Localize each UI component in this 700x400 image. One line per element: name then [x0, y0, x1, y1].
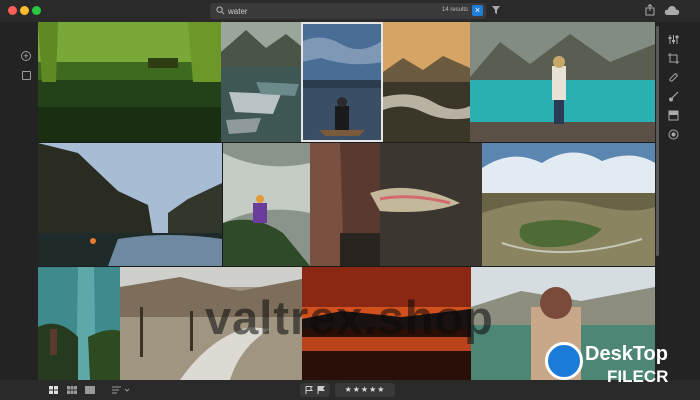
sort-icon[interactable] [112, 386, 132, 394]
photo-image [310, 143, 482, 266]
flag-buttons [300, 383, 330, 397]
photo-aerial-valley-clouds[interactable] [482, 143, 655, 266]
radial-gradient-icon[interactable] [668, 129, 679, 140]
photo-image [38, 267, 120, 380]
photo-kayaker-blue-sky[interactable] [301, 22, 383, 142]
title-bar: 14 results × [0, 0, 700, 22]
scroll-thumb[interactable] [656, 26, 659, 256]
flag-pick-icon[interactable] [305, 386, 313, 394]
photo-image [301, 22, 383, 142]
result-count: 14 results [442, 7, 469, 13]
photo-sunset-river-bend[interactable] [383, 22, 470, 142]
photo-image [38, 143, 222, 266]
photo-woman-glacial-lake[interactable] [470, 22, 655, 142]
right-rail [660, 22, 700, 380]
photo-image [223, 143, 310, 266]
flag-reject-icon[interactable] [317, 386, 325, 394]
library-icon[interactable] [22, 71, 31, 80]
search-bar[interactable]: 14 results × [210, 3, 486, 19]
filter-icon[interactable] [491, 5, 501, 15]
healing-brush-icon[interactable] [668, 72, 679, 83]
badge-subtitle: FILECR [607, 367, 669, 386]
photo-waterfall-tropical[interactable] [38, 267, 120, 380]
photo-image [221, 22, 301, 142]
photo-image [38, 22, 221, 142]
brush-icon[interactable] [668, 91, 679, 102]
clear-search-button[interactable]: × [472, 5, 483, 16]
photo-grid-view-icon[interactable] [67, 386, 77, 394]
close-window-button[interactable] [8, 6, 17, 15]
left-rail: + [0, 22, 38, 380]
add-photos-icon[interactable]: + [21, 51, 31, 61]
minimize-window-button[interactable] [20, 6, 29, 15]
photo-fisherman-trout[interactable] [310, 143, 482, 266]
photo-canoes-mountain-lake[interactable] [221, 22, 301, 142]
zoom-window-button[interactable] [32, 6, 41, 15]
badge-title: DeskTop [585, 343, 668, 365]
photo-willow-lake[interactable] [38, 22, 221, 142]
detail-view-icon[interactable] [85, 386, 95, 394]
search-input[interactable] [228, 4, 428, 18]
photo-image [482, 143, 655, 266]
photo-app-window: 14 results × + [0, 0, 700, 400]
photo-image [383, 22, 470, 142]
site-badge: DeskTop FILECR [545, 340, 695, 396]
photo-river-canyon-dusk[interactable] [38, 143, 222, 266]
badge-logo-icon [545, 342, 583, 380]
square-grid-view-icon[interactable] [49, 386, 59, 394]
share-icon[interactable] [645, 4, 655, 16]
cloud-icon[interactable] [664, 5, 680, 16]
linear-gradient-icon[interactable] [668, 110, 679, 121]
search-icon [216, 6, 225, 15]
watermark-text: valtrex.shop [205, 291, 494, 344]
sliders-icon[interactable] [668, 34, 679, 45]
crop-rotate-icon[interactable] [668, 53, 679, 64]
photo-rapids-hiker[interactable] [223, 143, 310, 266]
star-rating[interactable]: ★★★★★ [335, 383, 395, 397]
photo-image [470, 22, 655, 142]
